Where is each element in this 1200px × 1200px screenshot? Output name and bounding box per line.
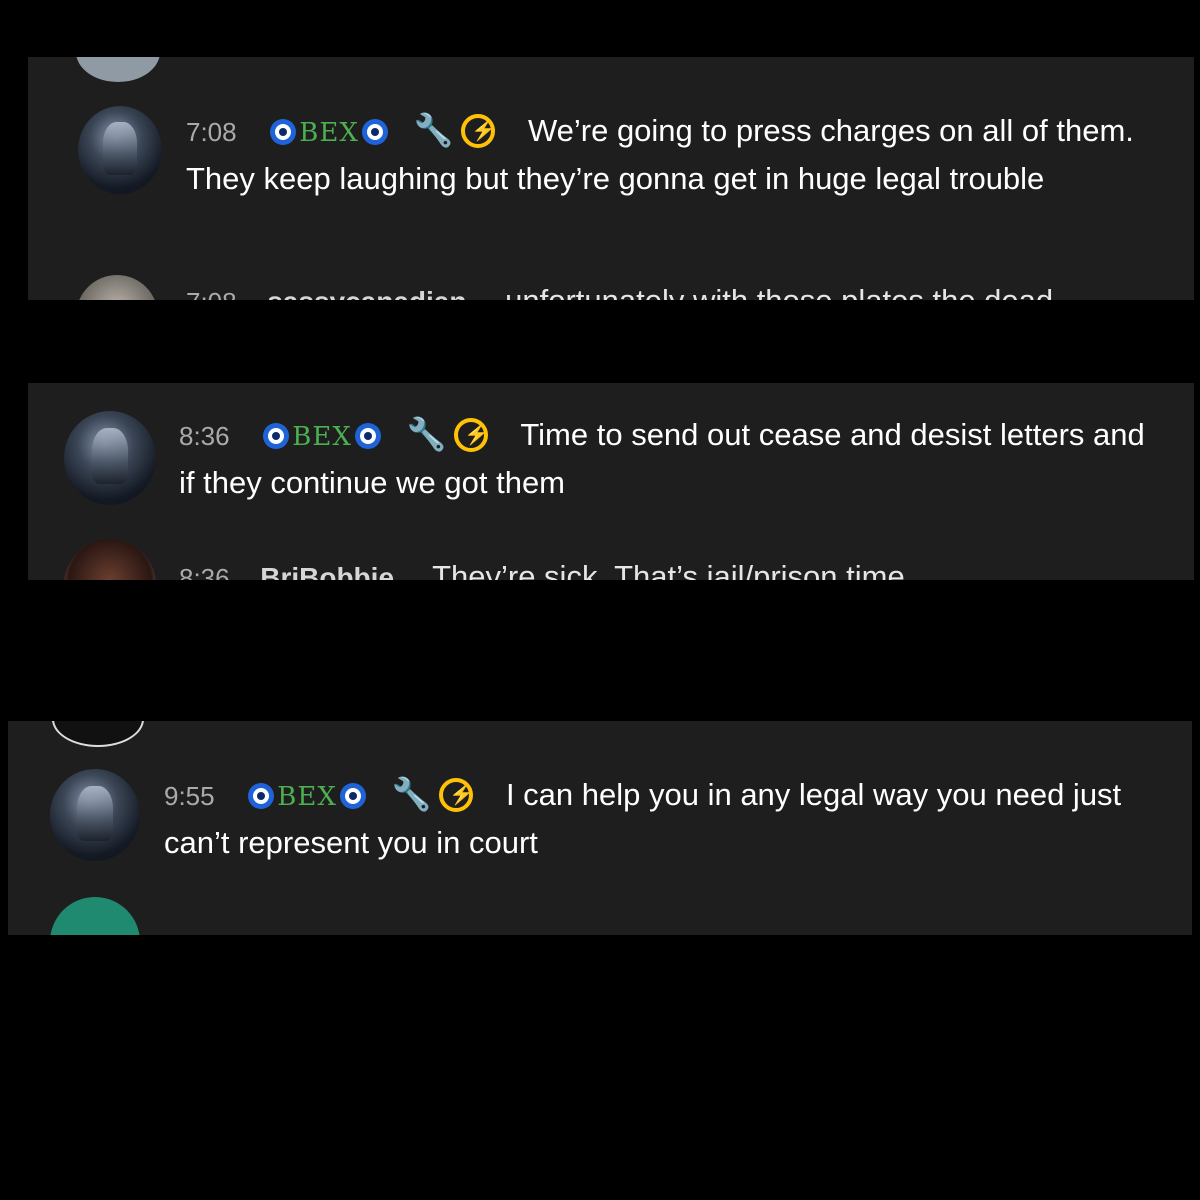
partial-message: 7:08 sassycanadian unfortunately with th… bbox=[186, 283, 1053, 300]
lightning-badge-icon bbox=[439, 778, 474, 812]
chat-message: 9:55 BEX 🔧 I can help you in any legal w… bbox=[164, 771, 1124, 866]
wrench-icon: 🔧 bbox=[391, 776, 432, 812]
message-time: 8:36 bbox=[179, 421, 230, 451]
wrench-icon: 🔧 bbox=[413, 112, 454, 148]
nazar-eye-icon bbox=[263, 423, 290, 449]
lightning-badge-icon bbox=[461, 114, 496, 148]
partial-message: 8:36 BriBobbie They’re sick. That’s jail… bbox=[179, 559, 905, 580]
message-time: 8:36 bbox=[179, 563, 230, 580]
nazar-eye-icon bbox=[248, 783, 275, 809]
username[interactable]: BEX bbox=[277, 782, 337, 812]
chat-panel-3: 9:55 BEX 🔧 I can help you in any legal w… bbox=[8, 721, 1192, 935]
username-block[interactable]: BEX bbox=[245, 777, 377, 812]
wrench-icon: 🔧 bbox=[406, 416, 447, 452]
bex-avatar[interactable] bbox=[64, 411, 156, 505]
partial-avatar[interactable] bbox=[50, 897, 140, 935]
nazar-eye-icon bbox=[354, 423, 381, 449]
chat-message: 7:08 BEX 🔧 We’re going to press charges … bbox=[186, 107, 1146, 202]
message-time: 9:55 bbox=[164, 781, 215, 811]
lightning-badge-icon bbox=[454, 418, 489, 452]
nazar-eye-icon bbox=[361, 119, 388, 145]
message-text: unfortunately with those plates the dead bbox=[505, 283, 1053, 300]
nazar-eye-icon bbox=[270, 119, 297, 145]
partial-avatar-top[interactable] bbox=[52, 721, 144, 747]
bex-avatar[interactable] bbox=[78, 106, 162, 194]
nazar-eye-icon bbox=[339, 783, 366, 809]
message-time: 7:08 bbox=[186, 117, 237, 147]
chat-message: 8:36 BEX 🔧 Time to send out cease and de… bbox=[179, 411, 1159, 506]
username-block[interactable]: BEX bbox=[267, 113, 399, 148]
username-block[interactable]: BEX bbox=[260, 417, 392, 452]
username[interactable]: BEX bbox=[292, 422, 352, 452]
username[interactable]: sassycanadian bbox=[267, 286, 466, 300]
username[interactable]: BriBobbie bbox=[260, 562, 394, 580]
bex-avatar[interactable] bbox=[50, 769, 140, 861]
message-text: They’re sick. That’s jail/prison time bbox=[432, 559, 905, 580]
partial-avatar[interactable] bbox=[76, 275, 158, 300]
username[interactable]: BEX bbox=[299, 118, 359, 148]
partial-avatar[interactable] bbox=[64, 539, 156, 580]
chat-panel-1: 7:08 BEX 🔧 We’re going to press charges … bbox=[28, 57, 1194, 300]
message-time: 7:08 bbox=[186, 287, 237, 300]
chat-panel-2: 8:36 BEX 🔧 Time to send out cease and de… bbox=[28, 383, 1194, 580]
partial-avatar-top[interactable] bbox=[76, 57, 160, 82]
partial-message bbox=[164, 921, 216, 935]
